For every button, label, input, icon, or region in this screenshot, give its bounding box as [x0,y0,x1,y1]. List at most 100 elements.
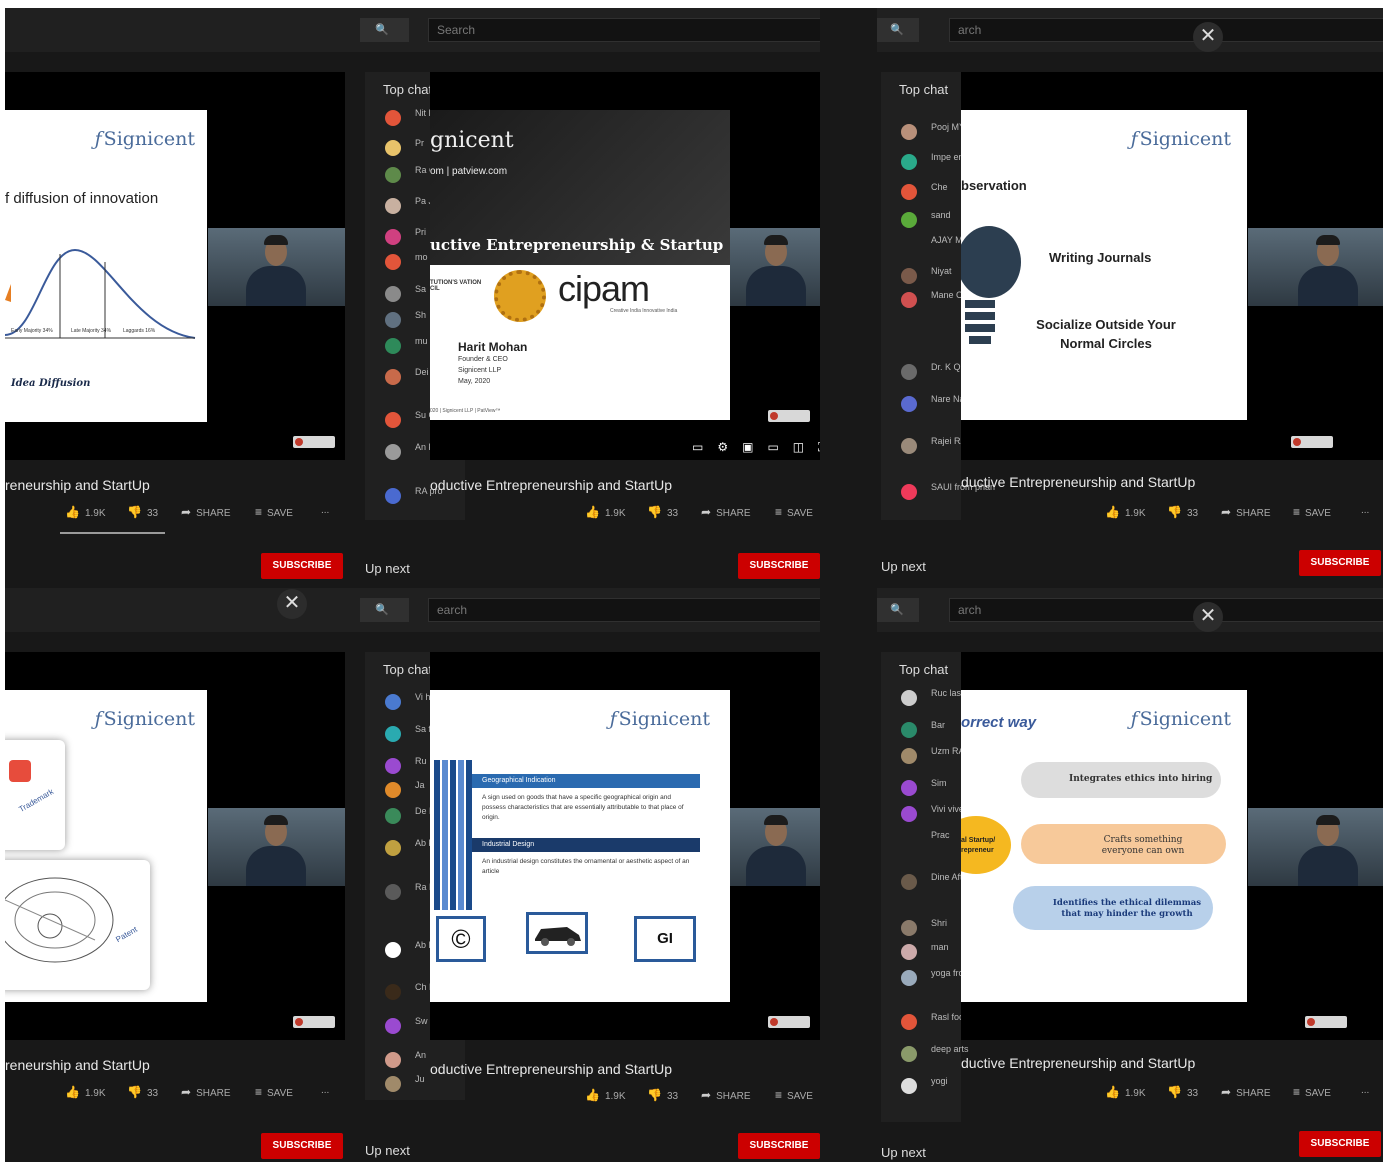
close-button[interactable]: ✕ [1193,22,1223,52]
close-icon: ✕ [283,592,301,614]
panel-top-middle: 🔍 Search Top chat Nit Rai Pr Ra Co Pa JC… [360,8,820,585]
subscribe-button[interactable]: SUBSCRIBE [738,553,820,579]
panel-bottom-middle: 🔍 earch Top chat Vi ho Sa fro Ru Ja De R… [360,588,820,1162]
subscribe-button[interactable]: SUBSCRIBE [1299,1131,1381,1157]
like-button[interactable]: 👍 1.9K [65,1085,106,1099]
signicent-logo: ƒ Signicent [94,708,195,730]
dislike-button[interactable]: 👎 33 [1167,1085,1198,1099]
share-button[interactable]: ➦ SHARE [701,1088,751,1102]
like-button[interactable]: 👍 1.9K [585,505,626,519]
channel-watermark[interactable] [768,410,810,422]
miniplayer-icon[interactable]: ▣ [742,440,753,454]
save-button[interactable]: ≡ SAVE [775,505,813,519]
like-button[interactable]: 👍 1.9K [585,1088,626,1102]
aicte-logo [494,270,546,322]
save-button[interactable]: ≡ SAVE [255,1085,293,1099]
channel-watermark[interactable] [293,1016,335,1028]
thumbs-up-icon: 👍 [65,1085,80,1099]
presenter-webcam [1248,228,1383,306]
box-text: A sign used on goods that have a specifi… [482,794,684,821]
theater-icon[interactable]: ▭ [767,440,778,454]
save-button[interactable]: ≡ SAVE [1293,505,1331,519]
fullscreen-icon[interactable]: ⛶ [818,440,820,455]
share-button[interactable]: ➦ SHARE [181,505,231,519]
patent-drawing [5,877,114,963]
video-player[interactable]: gnicent om | patview.com uctive Entrepre… [430,72,820,460]
like-button[interactable]: 👍 1.9K [65,505,106,519]
save-button[interactable]: ≡ SAVE [775,1088,813,1102]
close-button[interactable]: ✕ [277,589,307,619]
slide: ƒ Signicent orrect way al Startup/ repren… [961,690,1247,1002]
channel-watermark[interactable] [1305,1016,1347,1028]
save-button[interactable]: ≡ SAVE [1293,1085,1331,1099]
masthead: 🔍 earch [360,588,820,632]
chat-message: yogi [899,1076,981,1096]
thumbs-down-icon: 👎 [1167,1085,1182,1099]
like-button[interactable]: 👍 1.9K [1105,1085,1146,1099]
subscribe-button[interactable]: SUBSCRIBE [261,553,343,579]
close-button[interactable]: ✕ [1193,602,1223,632]
search-input[interactable]: earch [428,598,820,622]
search-input[interactable]: arch [949,18,1383,42]
search-icon[interactable]: 🔍 [360,18,409,42]
cast-icon[interactable]: ◫ [793,440,804,454]
more-actions-button[interactable]: ... [321,505,329,516]
channel-watermark[interactable] [293,436,335,448]
signicent-logo: ƒ Signicent [94,128,195,150]
search-input[interactable]: Search [428,18,820,42]
share-button[interactable]: ➦ SHARE [181,1085,231,1099]
video-player[interactable]: ƒ Signicent Trademark Patent [5,652,345,1040]
share-icon: ➦ [1221,505,1232,519]
slide: ƒ Signicent Trademark Patent [5,690,207,1002]
subscribe-button[interactable]: SUBSCRIBE [1299,550,1381,576]
slide-item: Identifies the ethical dilemmas that may… [1052,898,1202,919]
trademark-card: Trademark [5,740,65,850]
box-title: Industrial Design [472,838,700,852]
lightbulb-icon [961,226,1021,344]
slide-item: Socialize Outside Your Normal Circles [1036,317,1176,351]
copyright-icon: © [436,916,486,962]
more-actions-button[interactable]: ... [1361,1085,1369,1096]
slide-footer: 020 | Signicent LLP | PatView™ [430,408,501,414]
video-player[interactable]: ƒ Signicent bservation Writing Journals S… [961,72,1383,460]
search-input[interactable]: arch [949,598,1383,622]
playlist-add-icon: ≡ [1293,1085,1301,1099]
speaker-company: Signicent LLP [458,367,502,374]
subscribe-button[interactable]: SUBSCRIBE [738,1133,820,1159]
thumbs-down-icon: 👎 [1167,505,1182,519]
like-button[interactable]: 👍 1.9K [1105,505,1146,519]
more-actions-button[interactable]: ... [1361,505,1369,516]
masthead: 🔍 Search [360,8,820,52]
dislike-button[interactable]: 👎 33 [1167,505,1198,519]
curve-label: Early Majority 34% [11,328,53,334]
chat-title: Top chat [899,82,949,97]
captions-icon[interactable]: ▭ [692,440,703,454]
more-actions-button[interactable]: ... [321,1085,329,1096]
live-chat: Top chat Pooj MYC Impe engi Che sand AJA… [881,72,1038,520]
video-player[interactable]: ƒ Signicent orrect way al Startup/ repren… [961,652,1383,1040]
video-actions: 👍 1.9K 👎 33 ➦ SHARE ≡ SAVE ... [65,1085,365,1105]
dislike-button[interactable]: 👎 33 [127,505,158,519]
video-player[interactable]: ƒ Signicent Geographical Indication A sig… [430,652,820,1040]
gi-icon: GI [634,916,696,962]
video-player[interactable]: ƒ Signicent f diffusion of innovation Ear… [5,72,345,460]
search-icon[interactable]: 🔍 [360,598,409,622]
dislike-button[interactable]: 👎 33 [647,505,678,519]
subscribe-button[interactable]: SUBSCRIBE [261,1133,343,1159]
channel-watermark[interactable] [768,1016,810,1028]
dislike-button[interactable]: 👎 33 [647,1088,678,1102]
save-button[interactable]: ≡ SAVE [255,505,293,519]
search-icon[interactable]: 🔍 [877,18,919,42]
dislike-button[interactable]: 👎 33 [127,1085,158,1099]
share-button[interactable]: ➦ SHARE [1221,1085,1271,1099]
slide: ƒ Signicent f diffusion of innovation Ear… [5,110,207,422]
slide-heading: f diffusion of innovation [5,190,159,207]
video-title: reneurship and StartUp [5,1057,150,1073]
sentiment-bar [60,532,165,534]
channel-watermark[interactable] [1291,436,1333,448]
settings-icon[interactable]: ⚙ [717,440,728,454]
share-button[interactable]: ➦ SHARE [701,505,751,519]
search-icon[interactable]: 🔍 [877,598,919,622]
video-actions: 👍 1.9K 👎 33 ➦ SHARE ≡ SAVE ... [65,505,365,525]
share-button[interactable]: ➦ SHARE [1221,505,1271,519]
